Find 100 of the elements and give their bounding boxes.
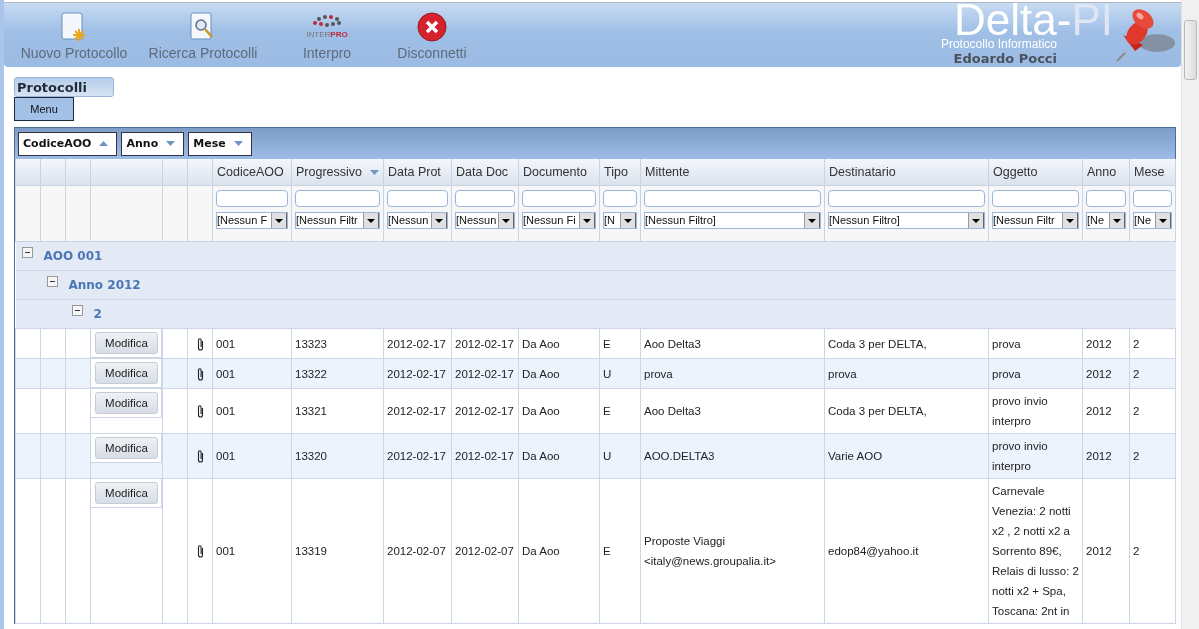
logo-text: INTERPRO <box>306 30 348 39</box>
filter-dropdown[interactable]: [Nessun <box>387 212 448 229</box>
table-cell: 2012-02-17 <box>383 358 452 389</box>
table-cell: 2012 <box>1082 388 1130 434</box>
table-cell: 2012 <box>1082 358 1130 389</box>
table-cell: 2012-02-17 <box>451 328 519 359</box>
brand-subtitle: Protocollo Informatico <box>940 38 1057 51</box>
filter-field[interactable] <box>216 190 288 207</box>
table-cell: E <box>599 478 641 624</box>
column-header[interactable]: CodiceAOO <box>212 159 292 186</box>
table-cell: E <box>599 328 641 359</box>
collapse-icon[interactable] <box>71 304 83 316</box>
table-cell: 001 <box>212 328 292 359</box>
table-cell: E <box>599 388 641 434</box>
table-cell: edop84@yahoo.it <box>824 478 989 624</box>
column-header[interactable]: Data Doc <box>451 159 519 186</box>
table-cell: Aoo Delta3 <box>640 388 825 434</box>
table-cell: Coda 3 per DELTA, <box>824 328 989 359</box>
table-cell: 001 <box>212 358 292 389</box>
column-header[interactable]: Mese <box>1129 159 1176 186</box>
filter-field[interactable] <box>828 190 985 207</box>
scrollbar[interactable] <box>1181 0 1199 629</box>
table-cell: Proposte Viaggi <italy@news.groupalia.it> <box>640 478 825 624</box>
filter-field[interactable] <box>992 190 1079 207</box>
table-cell: 2 <box>1129 388 1176 434</box>
table-cell: 13321 <box>291 388 384 434</box>
table-cell: prova <box>824 358 989 389</box>
dots-ring-icon <box>312 15 342 29</box>
table-cell: 2012 <box>1082 328 1130 359</box>
edit-button[interactable]: Modifica <box>95 392 158 414</box>
brand-suffix: PI <box>1071 2 1113 38</box>
filter-dropdown[interactable]: [Ne <box>1086 212 1126 229</box>
table-cell: 2012-02-17 <box>451 388 519 434</box>
group-label: AOO 001 <box>43 249 103 263</box>
group-chip[interactable]: Mese <box>188 131 252 156</box>
filter-field[interactable] <box>1133 190 1172 207</box>
group-label: Anno 2012 <box>68 278 141 292</box>
filter-dropdown[interactable]: [Nessun Filtr <box>295 212 380 229</box>
group-chip[interactable]: CodiceAOO <box>18 131 118 156</box>
table-cell: Da Aoo <box>518 388 600 434</box>
column-header[interactable]: Destinatario <box>824 159 989 186</box>
table-cell: 2012 <box>1082 433 1130 479</box>
table-cell: 13323 <box>291 328 384 359</box>
filter-dropdown[interactable]: [Ne <box>1133 212 1172 229</box>
table-cell: Varie AOO <box>824 433 989 479</box>
table-cell: Da Aoo <box>518 328 600 359</box>
column-header[interactable]: Data Prot <box>383 159 452 186</box>
menu-button[interactable]: Menu <box>14 97 74 121</box>
edit-button[interactable]: Modifica <box>95 437 158 459</box>
column-header[interactable]: Tipo <box>599 159 641 186</box>
column-header[interactable]: Anno <box>1082 159 1130 186</box>
table-cell: 2012-02-07 <box>451 478 519 624</box>
table-cell: provo invio interpro <box>988 433 1083 479</box>
filter-dropdown[interactable]: [Nessun Filtr <box>992 212 1079 229</box>
table-cell: prova <box>640 358 825 389</box>
table-cell: Da Aoo <box>518 478 600 624</box>
column-header[interactable]: Oggetto <box>988 159 1083 186</box>
column-header[interactable]: Documento <box>518 159 600 186</box>
filter-field[interactable] <box>644 190 821 207</box>
collapse-icon[interactable] <box>21 246 33 258</box>
table-cell: 001 <box>212 388 292 434</box>
table-cell: 13320 <box>291 433 384 479</box>
group-chip[interactable]: Anno <box>121 131 185 156</box>
filter-field[interactable] <box>522 190 596 207</box>
edit-button[interactable]: Modifica <box>95 332 158 354</box>
table-cell: Da Aoo <box>518 433 600 479</box>
search-icon <box>190 12 216 42</box>
edit-button[interactable]: Modifica <box>95 362 158 384</box>
edit-button[interactable]: Modifica <box>95 482 158 504</box>
panel-title: Protocolli <box>14 77 114 97</box>
table-cell: 2 <box>1129 478 1176 624</box>
table-cell: 001 <box>212 433 292 479</box>
table-cell: Coda 3 per DELTA, <box>824 388 989 434</box>
table-cell: 2012-02-17 <box>451 433 519 479</box>
table-cell: 13322 <box>291 358 384 389</box>
filter-field[interactable] <box>603 190 637 207</box>
table-cell: 2012-02-17 <box>383 328 452 359</box>
filter-dropdown[interactable]: [Nessun <box>455 212 515 229</box>
table-cell: 2012-02-17 <box>383 388 452 434</box>
filter-dropdown[interactable]: [Nessun Filtro] <box>828 212 985 229</box>
filter-dropdown[interactable]: [Nessun Fi <box>522 212 596 229</box>
filter-dropdown[interactable]: [N <box>603 212 637 229</box>
table-cell: Da Aoo <box>518 358 600 389</box>
table-cell: 13319 <box>291 478 384 624</box>
table-cell: 2 <box>1129 433 1176 479</box>
filter-dropdown[interactable]: [Nessun F <box>216 212 288 229</box>
filter-field[interactable] <box>1086 190 1126 207</box>
table-cell: U <box>599 358 641 389</box>
table-cell: 2012-02-17 <box>383 433 452 479</box>
filter-dropdown[interactable]: [Nessun Filtro] <box>644 212 821 229</box>
filter-field[interactable] <box>455 190 515 207</box>
filter-field[interactable] <box>295 190 380 207</box>
filter-field[interactable] <box>387 190 448 207</box>
table-cell: AOO.DELTA3 <box>640 433 825 479</box>
collapse-icon[interactable] <box>46 275 58 287</box>
brand-name: Delta- <box>954 2 1072 38</box>
column-header[interactable]: Progressivo <box>291 159 384 186</box>
column-header[interactable]: Mittente <box>640 159 825 186</box>
new-document-icon <box>61 12 87 42</box>
user-name: Edoardo Pocci <box>953 51 1057 66</box>
